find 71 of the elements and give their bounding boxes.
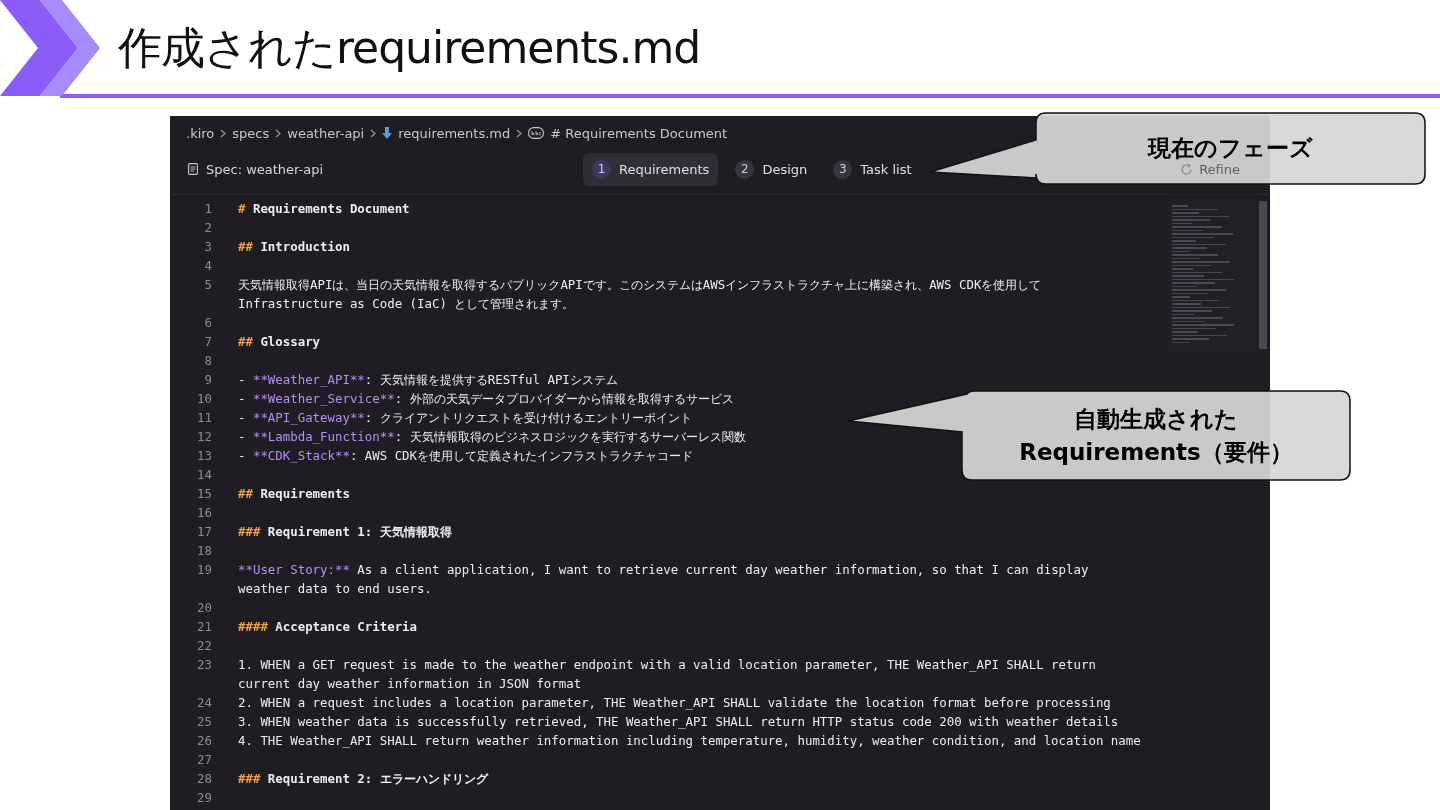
line-number: 16 bbox=[196, 504, 213, 522]
code-line: ### Requirement 2: エラーハンドリング bbox=[238, 770, 488, 788]
code-line: - **Weather_API**: 天気情報を提供するRESTful APIシステム bbox=[238, 371, 618, 389]
line-number: 25 bbox=[196, 713, 213, 731]
line-number: 17 bbox=[196, 523, 213, 541]
code-line: 1. WHEN a GET request is made to the weather endpoint with a valid location parameter, THE Weather_API SHALL return bbox=[238, 656, 1096, 674]
phase-tab[interactable]: 3 Task list bbox=[824, 152, 921, 186]
line-number: 14 bbox=[196, 466, 213, 484]
line-number: 2 bbox=[203, 219, 213, 237]
code-line: # Requirements Document bbox=[238, 200, 410, 218]
line-number: 18 bbox=[196, 542, 213, 560]
code-line: 2. WHEN a request includes a location parameter, THE Weather_API SHALL validate the location format before processing bbox=[238, 694, 1111, 712]
line-number: 20 bbox=[196, 599, 213, 617]
phase-tab[interactable]: 1 Requirements bbox=[583, 152, 719, 186]
line-number: 26 bbox=[196, 732, 213, 750]
line-number: 4 bbox=[203, 257, 213, 275]
line-number: 22 bbox=[196, 637, 213, 655]
phase-tab[interactable]: 2 Design bbox=[726, 152, 817, 186]
callout-text: Requirements（要件） bbox=[1019, 437, 1293, 467]
code-line: 3. WHEN weather data is successfully retrieved, THE Weather_API SHALL return HTTP status code 200 with weather details bbox=[238, 713, 1119, 731]
callout-text: 自動生成された bbox=[1074, 405, 1238, 435]
line-number: 27 bbox=[196, 751, 213, 769]
line-number: 11 bbox=[196, 409, 213, 427]
line-number: 24 bbox=[196, 694, 213, 712]
symbol-icon bbox=[528, 127, 545, 139]
code-line: ## Glossary bbox=[238, 333, 321, 351]
code-line: **User Story:** As a client application, I want to retrieve current day weather information, so that I can display bbox=[238, 561, 1089, 579]
code-line: - **API_Gateway**: クライアントリクエストを受け付けるエントリーポイント bbox=[238, 409, 692, 427]
code-line: Infrastructure as Code (IaC) として管理されます。 bbox=[238, 295, 576, 313]
line-number: 12 bbox=[196, 428, 213, 446]
refresh-icon bbox=[1180, 162, 1194, 176]
code-line: 天気情報取得APIは、当日の天気情報を取得するパブリックAPIです。このシステムはAWSインフラストラクチャ上に構築され、AWS CDKを使用して bbox=[238, 276, 1042, 294]
chevron-right-icon bbox=[370, 128, 377, 138]
slide-title: 作成されたrequirements.md bbox=[118, 20, 701, 75]
code-line: current day weather information in JSON format bbox=[238, 675, 583, 693]
line-number: 5 bbox=[203, 276, 213, 294]
line-number: 9 bbox=[203, 371, 213, 389]
line-number: 3 bbox=[203, 238, 213, 256]
chevron-right-icon bbox=[220, 128, 227, 138]
breadcrumb-item[interactable]: # Requirements Document bbox=[550, 125, 728, 141]
breadcrumb-item[interactable]: specs bbox=[232, 125, 270, 141]
code-line: ## Requirements bbox=[238, 485, 350, 503]
line-number: 21 bbox=[196, 618, 213, 636]
code-line: ## Introduction bbox=[238, 238, 350, 256]
code-line: - **Weather_Service**: 外部の天気データプロバイダーから情報を取得するサービス bbox=[238, 390, 734, 408]
code-line: 4. THE Weather_API SHALL return weather information including temperature, humidity, weather condition, and location name bbox=[238, 732, 1141, 750]
code-line: ### Requirement 1: 天気情報取得 bbox=[238, 523, 452, 541]
chevron-right-icon bbox=[516, 128, 523, 138]
line-number: 6 bbox=[203, 314, 213, 332]
breadcrumb-item[interactable]: .kiro bbox=[186, 125, 215, 141]
code-line: - **Lambda_Function**: 天気情報取得のビジネスロジックを実行するサーバーレス関数 bbox=[238, 428, 746, 446]
code-line: - **CDK_Stack**: AWS CDKを使用して定義されたインフラストラクチャコード bbox=[238, 447, 694, 465]
line-number: 10 bbox=[196, 390, 213, 408]
line-number: 29 bbox=[196, 789, 213, 807]
line-number: 19 bbox=[196, 561, 213, 579]
line-number: 15 bbox=[196, 485, 213, 503]
line-number: 1 bbox=[203, 200, 213, 218]
breadcrumb-item[interactable]: weather-api bbox=[287, 125, 365, 141]
breadcrumb-item[interactable]: requirements.md bbox=[398, 125, 511, 141]
code-line: weather data to end users. bbox=[238, 580, 433, 598]
line-number: 8 bbox=[203, 352, 213, 370]
line-number: 23 bbox=[196, 656, 213, 674]
arrow-down-icon bbox=[382, 127, 393, 139]
line-number: 13 bbox=[196, 447, 213, 465]
spec-label: Spec: weather-api bbox=[206, 161, 324, 177]
code-line: #### Acceptance Criteria bbox=[238, 618, 418, 636]
line-number: 7 bbox=[203, 333, 213, 351]
line-number: 28 bbox=[196, 770, 213, 788]
document-icon bbox=[188, 163, 198, 175]
chevron-right-icon bbox=[275, 128, 282, 138]
scrollbar-thumb[interactable] bbox=[1259, 201, 1267, 349]
